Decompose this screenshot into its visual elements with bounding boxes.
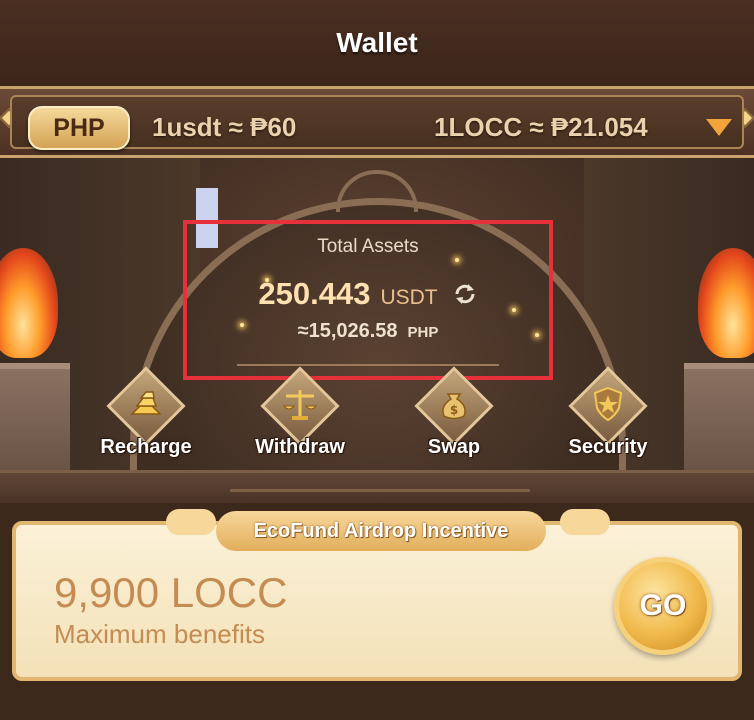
security-label: Security bbox=[568, 436, 648, 458]
rate-bar-frame[interactable]: PHP 1usdt ≈ ₱60 1LOCC ≈ ₱21.054 bbox=[10, 95, 744, 150]
scales-icon bbox=[282, 390, 318, 420]
airdrop-section: EcoFund Airdrop Incentive 9,900 LOCC Max… bbox=[0, 503, 754, 720]
total-assets-panel: Total Assets 250.443 USDT ≈15,026.58 PHP bbox=[183, 220, 553, 380]
airdrop-banner: EcoFund Airdrop Incentive bbox=[216, 511, 546, 551]
go-button[interactable]: GO bbox=[614, 557, 712, 655]
total-assets-row: 250.443 USDT bbox=[187, 276, 549, 312]
usdt-rate-text: 1usdt ≈ ₱60 bbox=[152, 112, 297, 142]
airdrop-amount: 9,900 LOCC bbox=[54, 569, 288, 616]
triangle-down-icon[interactable] bbox=[706, 119, 732, 136]
currency-selector-button[interactable]: PHP bbox=[28, 106, 130, 150]
approx-php-unit: PHP bbox=[407, 324, 439, 341]
floor-ornament bbox=[230, 489, 530, 492]
withdraw-button[interactable]: Withdraw bbox=[240, 366, 360, 476]
floor-ledge bbox=[0, 470, 754, 503]
total-assets-value: 250.443 bbox=[258, 276, 371, 311]
swap-label: Swap bbox=[427, 436, 481, 458]
arch-crest-ornament bbox=[336, 170, 418, 212]
cloud-ornament bbox=[560, 509, 610, 535]
swap-button[interactable]: $ Swap bbox=[394, 366, 514, 476]
total-assets-label: Total Assets bbox=[317, 236, 419, 257]
airdrop-card[interactable]: EcoFund Airdrop Incentive 9,900 LOCC Max… bbox=[12, 509, 742, 681]
approx-php-row: ≈15,026.58 PHP bbox=[187, 320, 549, 343]
security-button[interactable]: Security bbox=[548, 366, 668, 476]
money-bag-icon: $ bbox=[442, 393, 466, 420]
top-bar: Wallet bbox=[0, 0, 754, 86]
page-title: Wallet bbox=[336, 27, 418, 58]
approx-php-value: ≈15,026.58 bbox=[297, 320, 398, 342]
treasury-scene: Total Assets 250.443 USDT ≈15,026.58 PHP bbox=[0, 158, 754, 503]
recharge-button[interactable]: Recharge bbox=[86, 366, 206, 476]
locc-rate-text: 1LOCC ≈ ₱21.054 bbox=[434, 112, 648, 142]
gold-bars-icon bbox=[130, 391, 162, 415]
svg-text:$: $ bbox=[450, 403, 458, 417]
divider-ornament bbox=[237, 364, 499, 366]
total-assets-unit: USDT bbox=[380, 286, 438, 309]
exchange-rate-bar: PHP 1usdt ≈ ₱60 1LOCC ≈ ₱21.054 bbox=[0, 86, 754, 158]
shield-icon bbox=[593, 386, 623, 422]
recharge-label: Recharge bbox=[100, 436, 192, 458]
refresh-icon[interactable] bbox=[452, 281, 478, 307]
wallet-actions: Recharge Withdraw $ Swap Security bbox=[0, 366, 754, 466]
withdraw-label: Withdraw bbox=[255, 436, 345, 458]
airdrop-caption: Maximum benefits bbox=[54, 619, 265, 649]
cloud-ornament bbox=[166, 509, 216, 535]
